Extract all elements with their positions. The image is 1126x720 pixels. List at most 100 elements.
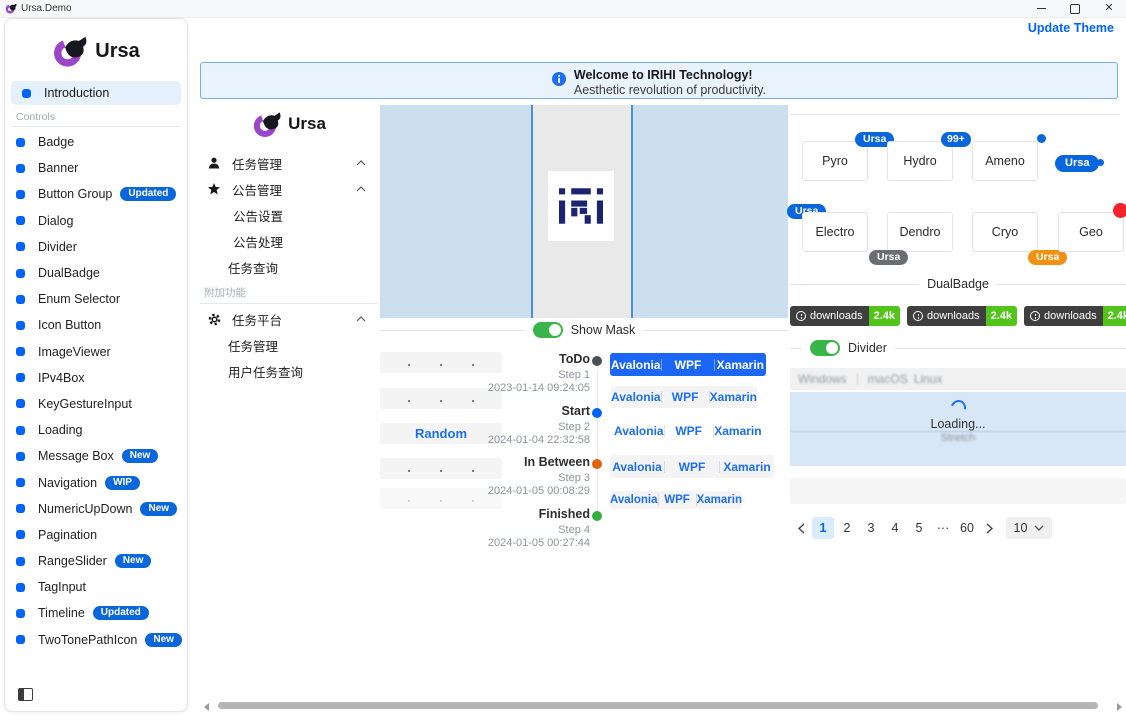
sidebar-item-twotonepathicon[interactable]: TwoTonePathIconNew — [5, 627, 187, 653]
previous-page-button[interactable] — [792, 517, 810, 539]
sidebar-item-pagination[interactable]: Pagination — [5, 522, 187, 548]
horizontal-scrollbar[interactable] — [200, 701, 1126, 711]
xamarin-button[interactable]: Xamarin — [720, 460, 774, 474]
sidebar-item-taginput[interactable]: TagInput — [5, 574, 187, 600]
page-button-2[interactable]: 2 — [836, 517, 858, 539]
maximize-button[interactable] — [1058, 0, 1092, 17]
bullet-icon — [16, 635, 25, 644]
page-button-5[interactable]: 5 — [908, 517, 930, 539]
menu-item-platform-task-management[interactable]: 任务管理 — [200, 332, 378, 358]
sidebar-item-ipv4box[interactable]: IPv4Box — [5, 365, 187, 391]
downloads-dualbadge[interactable]: downloads 2.4k — [1024, 306, 1126, 326]
sidebar-item-numericupdown[interactable]: NumericUpDownNew — [5, 496, 187, 522]
wpf-button[interactable]: WPF — [659, 494, 696, 506]
bullet-icon — [16, 426, 25, 435]
dot-badge — [1037, 134, 1046, 143]
divider-demo: Divider — [790, 340, 1126, 356]
irihi-pixel-logo — [559, 188, 603, 224]
timeline-time: 2023-01-14 09:24:05 — [488, 382, 590, 394]
timeline-step: Step 4 — [488, 524, 590, 537]
timeline-dot-inbetween — [592, 459, 602, 469]
page-button-1[interactable]: 1 — [812, 517, 834, 539]
sidebar-item-enum-selector[interactable]: Enum Selector — [5, 286, 187, 312]
wpf-button[interactable]: WPF — [662, 390, 709, 404]
ipv4-input[interactable] — [380, 352, 502, 373]
downloads-dualbadge[interactable]: downloads 2.4k — [790, 306, 900, 326]
sidebar-item-introduction[interactable]: Introduction — [11, 81, 181, 105]
menu-group-task-platform[interactable]: 任务平台 — [200, 306, 378, 332]
menu-item-announcement-settings[interactable]: 公告设置 — [200, 202, 378, 228]
timeline-dot-finished — [592, 511, 602, 521]
sidebar-item-imageviewer[interactable]: ImageViewer — [5, 339, 187, 365]
loading-container: Loading... Stretch — [790, 392, 1126, 466]
wpf-button[interactable]: WPF — [665, 424, 713, 438]
menu-group-announcement-management[interactable]: 公告管理 — [200, 176, 378, 202]
wpf-button[interactable]: WPF — [662, 358, 713, 372]
empty-panel — [790, 478, 1126, 504]
scroll-left-arrow-icon[interactable] — [204, 703, 209, 711]
show-mask-toggle[interactable] — [533, 322, 563, 338]
divider-toggle[interactable] — [810, 340, 840, 356]
sidebar-item-keygestureinput[interactable]: KeyGestureInput — [5, 391, 187, 417]
avalonia-button[interactable]: Avalonia — [611, 390, 661, 404]
welcome-banner: Welcome to IRIHI Technology! Aesthetic r… — [200, 62, 1118, 99]
sidebar-item-message-box[interactable]: Message BoxNew — [5, 443, 187, 469]
timeline-time: 2024-01-05 00:27:44 — [488, 537, 590, 549]
sidebar-item-divider[interactable]: Divider — [5, 234, 187, 260]
ipv4-input[interactable] — [380, 388, 502, 409]
avalonia-button[interactable]: Avalonia — [610, 358, 661, 372]
update-theme-button[interactable]: Update Theme — [1022, 18, 1120, 38]
next-page-button[interactable] — [980, 517, 998, 539]
bullet-icon — [16, 295, 25, 304]
red-dot-badge — [1113, 203, 1126, 218]
minimize-button[interactable] — [1024, 0, 1058, 17]
timeline: ToDo Step 1 2023-01-14 09:24:05 Start St… — [505, 350, 610, 560]
bullet-icon — [16, 242, 25, 251]
collapse-sidebar-icon[interactable] — [18, 688, 33, 701]
sidebar-item-navigation[interactable]: NavigationWIP — [5, 469, 187, 495]
viewer-visible-region[interactable] — [533, 105, 631, 318]
chevron-up-icon — [356, 160, 366, 166]
timeline-time: 2024-01-04 22:32:58 — [488, 434, 590, 446]
scroll-right-arrow-icon[interactable] — [1117, 703, 1122, 711]
sidebar-item-loading[interactable]: Loading — [5, 417, 187, 443]
sidebar-item-badge[interactable]: Badge — [5, 129, 187, 155]
random-button[interactable]: Random — [380, 423, 502, 444]
avalonia-button[interactable]: Avalonia — [614, 424, 664, 438]
badge-card-ameno: Ameno — [972, 141, 1038, 181]
avalonia-button[interactable]: Avalonia — [610, 460, 664, 474]
page-ellipsis[interactable]: ··· — [932, 517, 954, 539]
menu-item-user-task-query[interactable]: 用户任务查询 — [200, 358, 378, 384]
close-button[interactable]: ✕ — [1092, 0, 1126, 17]
sidebar-item-timeline[interactable]: TimelineUpdated — [5, 600, 187, 626]
timeline-item: In Between Step 3 2024-01-05 00:08:29 — [488, 455, 590, 497]
xamarin-button[interactable]: Xamarin — [710, 390, 757, 404]
page-button-4[interactable]: 4 — [884, 517, 906, 539]
xamarin-button[interactable]: Xamarin — [697, 494, 742, 506]
wpf-button[interactable]: WPF — [665, 460, 719, 474]
badge-card-cryo: Cryo — [972, 212, 1038, 252]
page-button-60[interactable]: 60 — [956, 517, 978, 539]
sidebar-item-button-group[interactable]: Button GroupUpdated — [5, 181, 187, 207]
image-viewer[interactable] — [380, 105, 788, 318]
xamarin-button[interactable]: Xamarin — [714, 424, 762, 438]
scrollbar-thumb[interactable] — [218, 702, 1098, 709]
page-button-3[interactable]: 3 — [860, 517, 882, 539]
ipv4-input[interactable] — [380, 458, 502, 479]
sidebar-item-dialog[interactable]: Dialog — [5, 208, 187, 234]
sidebar-item-dualbadge[interactable]: DualBadge — [5, 260, 187, 286]
menu-group-task-management[interactable]: 任务管理 — [200, 150, 378, 176]
page-size-select[interactable]: 10 — [1006, 517, 1052, 539]
menu-item-task-query[interactable]: 任务查询 — [200, 254, 378, 280]
bullet-icon — [16, 373, 25, 382]
downloads-dualbadge[interactable]: downloads 2.4k — [907, 306, 1017, 326]
sidebar-item-banner[interactable]: Banner — [5, 155, 187, 181]
menu-item-announcement-processing[interactable]: 公告处理 — [200, 228, 378, 254]
avalonia-button[interactable]: Avalonia — [610, 494, 658, 506]
sidebar-item-rangeslider[interactable]: RangeSliderNew — [5, 548, 187, 574]
ursa-logo-icon — [52, 35, 88, 68]
xamarin-button[interactable]: Xamarin — [715, 358, 766, 372]
sidebar-item-icon-button[interactable]: Icon Button — [5, 312, 187, 338]
bullet-icon — [16, 557, 25, 566]
badge-card-geo: Geo — [1058, 212, 1124, 252]
